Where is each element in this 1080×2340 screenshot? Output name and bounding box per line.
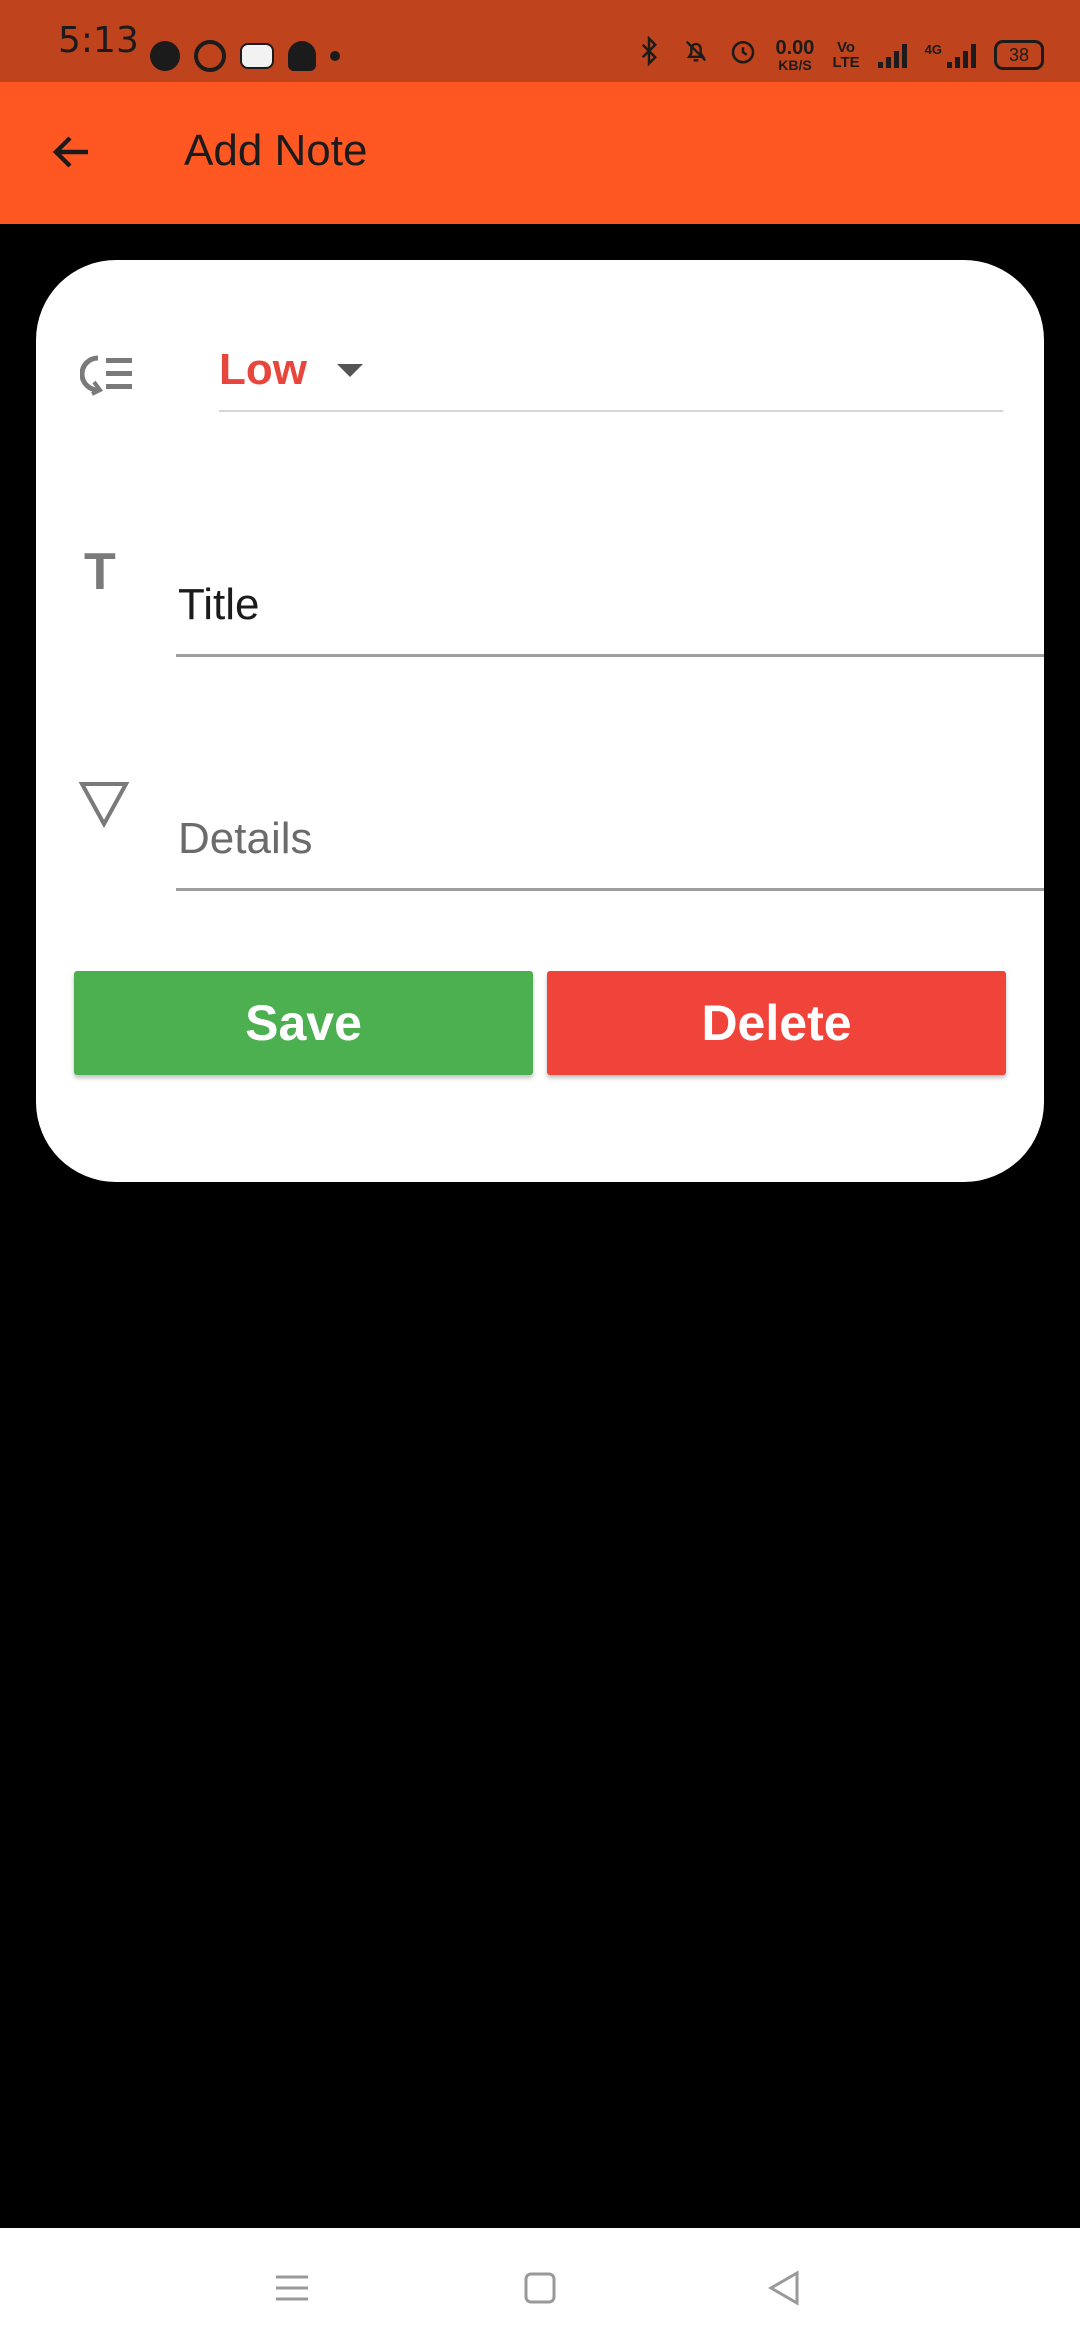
volte-indicator: Vo LTE — [832, 40, 859, 70]
net-speed-unit: KB/S — [778, 56, 812, 73]
system-nav-bar — [0, 2228, 1080, 2340]
volte-line1: Vo — [837, 38, 856, 56]
chevron-down-icon — [336, 363, 363, 377]
mute-bell-icon — [682, 37, 710, 72]
snapchat-icon — [288, 41, 316, 71]
menu-icon[interactable] — [262, 2258, 322, 2318]
page-title: Add Note — [184, 126, 368, 175]
note-card: Low T Save Delete — [36, 260, 1044, 1182]
save-button[interactable]: Save — [74, 971, 533, 1075]
battery-icon: 38 — [994, 39, 1044, 70]
network-type: 4G — [924, 41, 942, 57]
priority-list-icon — [79, 352, 136, 396]
system-icons: 0.00 KB/S Vo LTE 4G 38 — [634, 35, 1044, 73]
delete-button[interactable]: Delete — [547, 971, 1006, 1075]
title-input[interactable] — [176, 556, 1044, 657]
signal-1-icon — [877, 42, 907, 68]
triangle-down-icon — [78, 780, 130, 829]
priority-dropdown[interactable]: Low — [219, 330, 1003, 412]
whatsapp-icon — [194, 40, 226, 72]
signal-2-icon: 4G — [925, 42, 976, 68]
home-square-icon[interactable] — [510, 2258, 570, 2318]
status-bar: 5:13 0.00 KB/S Vo LTE 4G 38 — [0, 0, 1080, 82]
arrow-back-icon[interactable] — [40, 120, 104, 184]
volte-line2: LTE — [832, 53, 860, 71]
battery-level: 38 — [1008, 44, 1030, 65]
notification-icons — [150, 40, 340, 72]
alarm-icon — [728, 36, 758, 73]
details-input[interactable] — [176, 790, 1044, 891]
text-title-icon: T — [84, 543, 116, 601]
notification-dot-icon — [330, 51, 340, 61]
status-time: 5:13 — [58, 20, 139, 61]
net-speed-value: 0.00 — [775, 36, 815, 59]
app-bar: Add Note — [0, 82, 1080, 224]
bluetooth-icon — [634, 35, 664, 73]
net-speed: 0.00 KB/S — [776, 38, 815, 72]
game-controller-icon — [240, 43, 274, 69]
priority-value: Low — [219, 345, 307, 394]
spotify-icon — [150, 41, 180, 71]
back-triangle-icon[interactable] — [754, 2258, 814, 2318]
